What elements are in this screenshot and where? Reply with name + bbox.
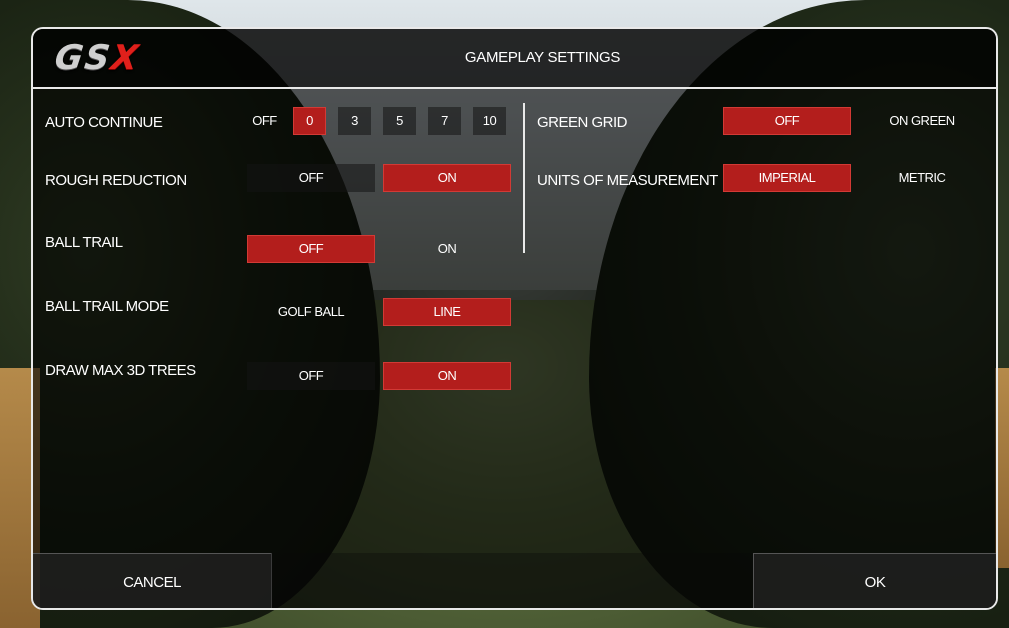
page-title: GAMEPLAY SETTINGS: [464, 49, 621, 66]
ok-button[interactable]: OK: [753, 553, 996, 608]
draw-max-3d-trees-option-off[interactable]: OFF: [247, 362, 375, 390]
units-of-measurement-label: UNITS OF MEASUREMENT: [537, 172, 718, 189]
auto-continue-option-3[interactable]: 3: [338, 107, 371, 135]
rough-reduction-option-off[interactable]: OFF: [247, 164, 375, 192]
auto-continue-option-7[interactable]: 7: [428, 107, 461, 135]
draw-max-3d-trees-option-on[interactable]: ON: [383, 362, 511, 390]
column-divider: [523, 103, 525, 253]
units-option-imperial[interactable]: IMPERIAL: [723, 164, 851, 192]
auto-continue-option-5[interactable]: 5: [383, 107, 416, 135]
dialog-header: GSX GAMEPLAY SETTINGS: [33, 29, 996, 89]
ball-trail-mode-option-line[interactable]: LINE: [383, 298, 511, 326]
auto-continue-option-0[interactable]: 0: [293, 107, 326, 135]
dialog-backdrop: [33, 29, 996, 608]
ball-trail-label: BALL TRAIL: [45, 234, 123, 251]
ball-trail-mode-label: BALL TRAIL MODE: [45, 298, 169, 315]
draw-max-3d-trees-label: DRAW MAX 3D TREES: [45, 362, 196, 379]
ball-trail-option-on[interactable]: ON: [383, 235, 511, 263]
ball-trail-mode-option-golf-ball[interactable]: GOLF BALL: [247, 298, 375, 326]
ball-trail-option-off[interactable]: OFF: [247, 235, 375, 263]
green-grid-option-on-green[interactable]: ON GREEN: [858, 107, 986, 135]
auto-continue-option-off[interactable]: OFF: [248, 107, 281, 135]
rough-reduction-option-on[interactable]: ON: [383, 164, 511, 192]
footer-spacer: [271, 553, 756, 608]
rough-reduction-label: ROUGH REDUCTION: [45, 172, 187, 189]
settings-dialog: GSX GAMEPLAY SETTINGS AUTO CONTINUE OFF …: [31, 27, 998, 610]
units-option-metric[interactable]: METRIC: [858, 164, 986, 192]
auto-continue-label: AUTO CONTINUE: [45, 114, 163, 131]
green-grid-label: GREEN GRID: [537, 114, 628, 131]
green-grid-option-off[interactable]: OFF: [723, 107, 851, 135]
cancel-button[interactable]: CANCEL: [33, 553, 272, 608]
auto-continue-option-10[interactable]: 10: [473, 107, 506, 135]
